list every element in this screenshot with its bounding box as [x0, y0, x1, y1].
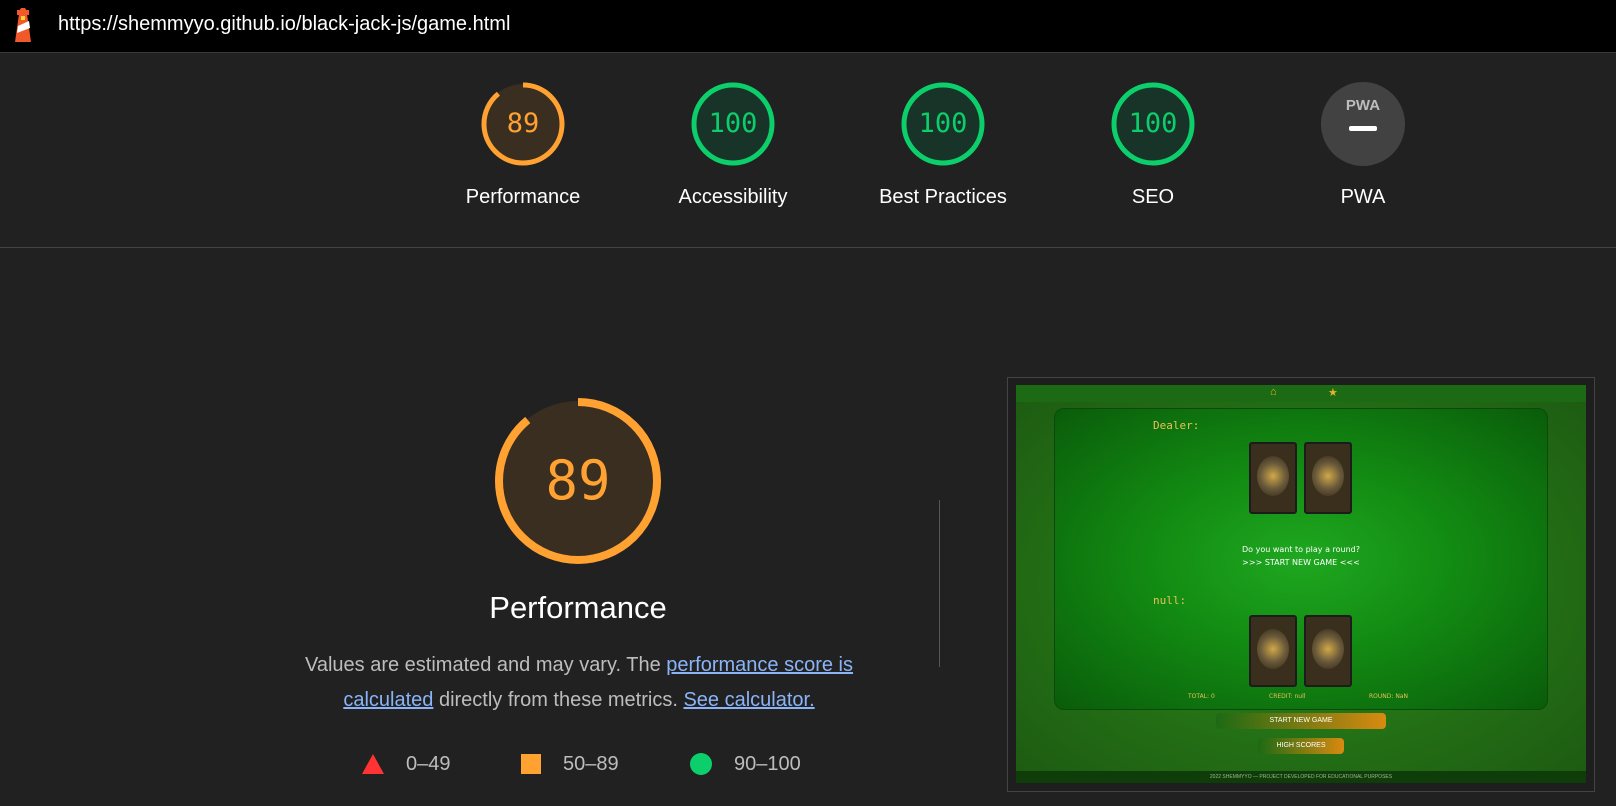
gauge-score: 100: [918, 108, 968, 139]
performance-score: 89: [545, 449, 611, 512]
player-label: null:: [1153, 594, 1187, 607]
square-icon: [521, 754, 541, 774]
legend-average: 50–89: [521, 752, 619, 776]
legend-fail: 0–49: [362, 752, 451, 776]
performance-title: Performance: [489, 590, 667, 625]
desc-text: Values are estimated and may vary. The: [304, 654, 667, 676]
pwa-badge-text: PWA: [1346, 97, 1380, 114]
home-icon: ⌂: [1270, 386, 1277, 398]
gauge-label: PWA: [1340, 186, 1386, 208]
gauge-label: Performance: [465, 186, 581, 208]
start-prompt: >>> START NEW GAME <<<: [1242, 558, 1360, 567]
card-back: [1304, 615, 1352, 687]
gauge-label: Accessibility: [678, 186, 788, 208]
gauge-score: 100: [1128, 108, 1178, 139]
gauge-accessibility[interactable]: 100 Accessibility: [643, 81, 823, 209]
page-screenshot[interactable]: ⌂ ★ Dealer: Do you want to play a round?…: [1007, 377, 1595, 792]
gauge-performance[interactable]: 89 Performance: [433, 81, 613, 209]
card-back: [1249, 615, 1297, 687]
gauge-score: 89: [506, 108, 540, 139]
performance-description: Values are estimated and may vary. The p…: [280, 648, 878, 718]
page-url[interactable]: https://shemmyyo.github.io/black-jack-js…: [58, 13, 510, 36]
start-new-game-button: START NEW GAME: [1216, 713, 1386, 729]
credit-stat: CREDIT: null: [1269, 693, 1306, 700]
high-scores-button: HIGH SCORES: [1258, 738, 1344, 754]
game-footer: 2022 SHEMMYYO — PROJECT DEVELOPED FOR ED…: [1016, 771, 1586, 783]
gauge-pwa[interactable]: PWA PWA: [1273, 81, 1453, 209]
legend-range: 50–89: [563, 752, 619, 775]
lighthouse-icon: [15, 8, 31, 42]
legend-range: 0–49: [406, 752, 451, 775]
pwa-badge-icon: PWA: [1321, 82, 1405, 166]
score-summary: 89 Performance 100 Accessibility 100 Bes…: [0, 53, 1616, 248]
gauge-label: SEO: [1131, 186, 1175, 208]
round-stat: ROUND: NaN: [1369, 693, 1408, 700]
legend-pass: 90–100: [690, 752, 801, 776]
see-calculator-link[interactable]: See calculator.: [683, 689, 814, 711]
round-question: Do you want to play a round?: [1241, 545, 1360, 554]
url-bar: https://shemmyyo.github.io/black-jack-js…: [0, 0, 1616, 53]
triangle-icon: [362, 754, 384, 774]
card-back: [1249, 442, 1297, 514]
dealer-label: Dealer:: [1153, 419, 1200, 432]
total-stat: TOTAL: 0: [1188, 693, 1215, 700]
game-table: Dealer: Do you want to play a round? >>>…: [1054, 408, 1548, 710]
desc-text: directly from these metrics.: [433, 689, 684, 711]
screenshot-content: ⌂ ★ Dealer: Do you want to play a round?…: [1016, 385, 1586, 783]
divider: [939, 500, 940, 667]
gauge-seo[interactable]: 100 SEO: [1063, 81, 1243, 209]
gauge-label: Best Practices: [879, 186, 1007, 208]
star-icon: ★: [1328, 387, 1338, 399]
card-back: [1304, 442, 1352, 514]
circle-icon: [690, 753, 712, 775]
gauge-score: 100: [708, 108, 758, 139]
legend-range: 90–100: [734, 752, 801, 775]
game-nav: ⌂ ★: [1016, 385, 1586, 402]
gauge-best-practices[interactable]: 100 Best Practices: [853, 81, 1033, 209]
